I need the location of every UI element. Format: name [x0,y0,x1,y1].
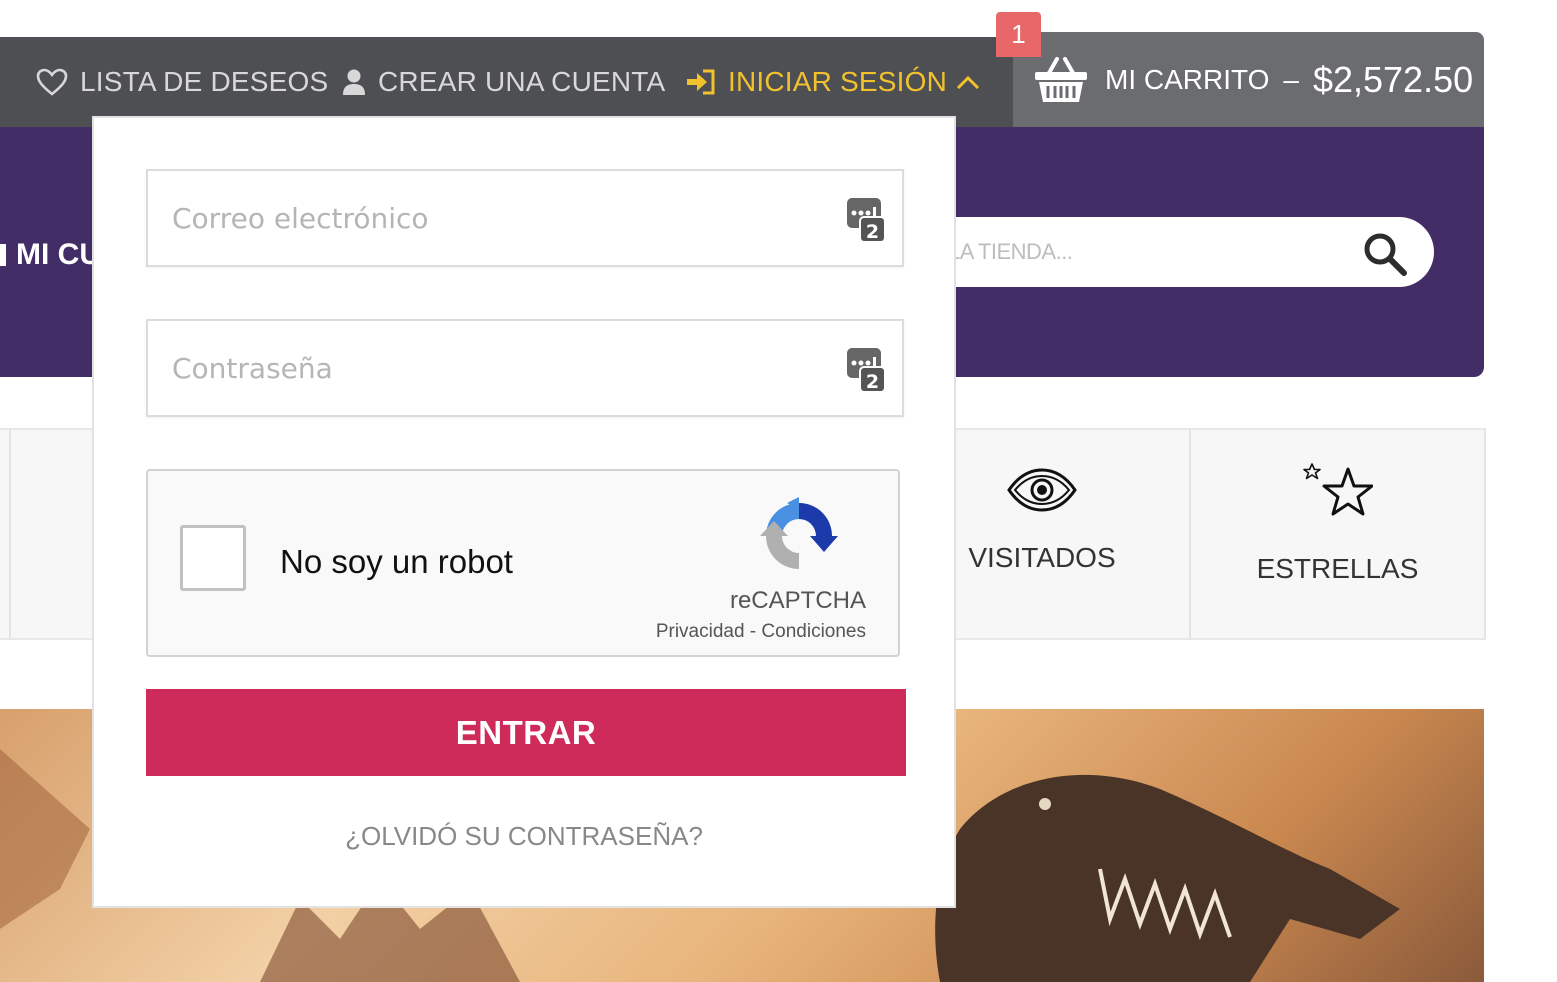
svg-text:2: 2 [866,371,879,393]
shortcut-divider [9,428,11,638]
captcha-links: Privacidad - Condiciones [656,621,866,643]
recaptcha-widget: No soy un robot reCAPTCHA Privacidad - C… [146,469,900,657]
search-bar[interactable]: LA TIENDA... [900,217,1434,287]
login-toggle[interactable]: INICIAR SESIÓN [686,37,981,127]
password-input[interactable] [148,321,902,415]
sign-in-icon [687,69,715,95]
basket-icon [1035,56,1087,102]
my-account-link[interactable]: MI CU [0,238,101,272]
shortcut-divider [1484,428,1486,638]
captcha-links-separator: - [744,621,762,642]
login-label: INICIAR SESIÓN [728,66,948,97]
captcha-privacy-link[interactable]: Privacidad [656,621,745,642]
password-manager-icon[interactable]: 2 [846,197,886,243]
password-field[interactable]: 2 [146,319,904,417]
star-icon [1302,463,1373,516]
recaptcha-logo-icon [760,497,838,569]
search-placeholder: LA TIENDA... [948,239,1073,264]
wishlist-label: LISTA DE DESEOS [80,66,329,97]
forgot-password-link[interactable]: ¿OLVIDÓ SU CONTRASEÑA? [94,821,954,852]
create-account-label: CREAR UNA CUENTA [378,66,666,97]
captcha-checkbox[interactable] [180,525,246,591]
wishlist-link[interactable]: LISTA DE DESEOS [36,37,328,127]
svg-text:2: 2 [866,221,879,243]
captcha-brand: reCAPTCHA [729,587,866,614]
search-icon[interactable] [1362,231,1408,277]
cart-button[interactable]: MI CARRITO – $2,572.50 [1013,32,1484,127]
email-field[interactable]: 2 [146,169,904,267]
shortcut-stars-label: ESTRELLAS [1256,553,1419,584]
cart-label: MI CARRITO [1105,63,1270,95]
submit-button[interactable]: ENTRAR [146,689,906,776]
my-account-label: MI CU [16,238,101,271]
email-input[interactable] [148,171,902,265]
captcha-label: No soy un robot [280,543,513,580]
heart-icon [36,68,68,96]
eye-icon [1007,468,1077,512]
login-dropdown: 2 2 No soy un robot reCAPTCHA Privacidad… [92,116,956,908]
user-icon [343,69,365,95]
shortcut-stars[interactable]: ESTRELLAS [1191,430,1484,636]
captcha-terms-link[interactable]: Condiciones [761,621,866,642]
chevron-up-icon [957,75,980,90]
cart-separator: – [1283,63,1299,95]
cart-count-badge: 1 [996,12,1041,57]
password-manager-icon[interactable]: 2 [846,347,886,393]
account-icon-fragment [0,244,6,266]
shortcut-visited-label: VISITADOS [968,542,1116,573]
create-account-link[interactable]: CREAR UNA CUENTA [342,37,665,127]
cart-total: $2,572.50 [1312,58,1474,100]
